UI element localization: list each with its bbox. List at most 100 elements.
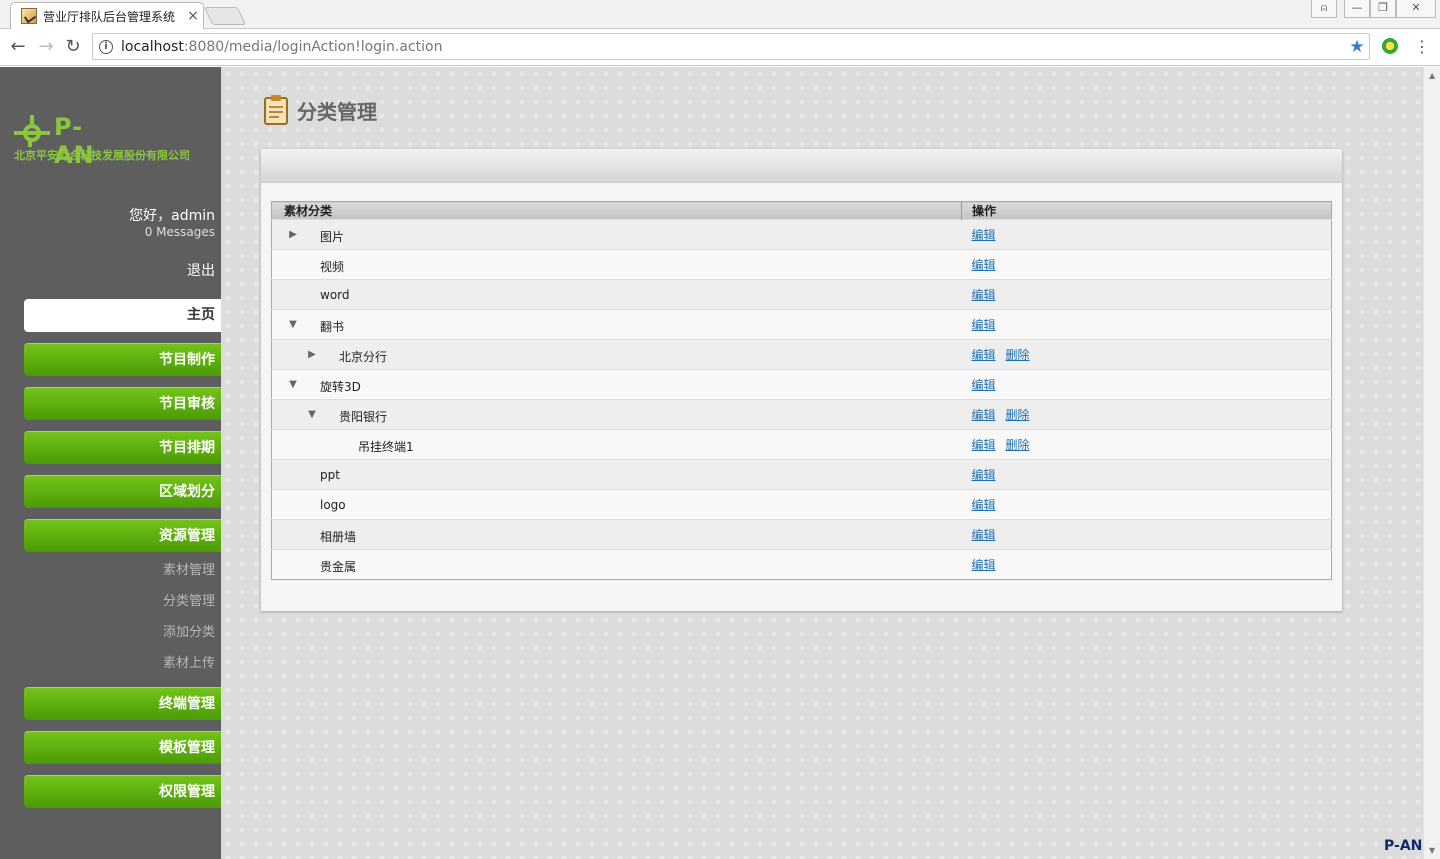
- panel-header: [261, 149, 1342, 183]
- operation-cell: 编辑: [961, 549, 1332, 580]
- page-scrollbar[interactable]: ▲ ▼: [1423, 67, 1440, 859]
- edit-link[interactable]: 编辑: [972, 498, 996, 512]
- restore-button[interactable]: ❐: [1370, 0, 1396, 18]
- nav-program-review[interactable]: 节目审核: [24, 387, 221, 420]
- nav-program-production[interactable]: 节目制作: [24, 343, 221, 376]
- company-name: 北京平安力合科技发展股份有限公司: [14, 149, 190, 162]
- browser-menu-icon[interactable]: ⋮: [1414, 37, 1430, 57]
- category-name[interactable]: ppt: [320, 468, 340, 482]
- nav-program-schedule[interactable]: 节目排期: [24, 431, 221, 464]
- extension-icon[interactable]: [1382, 38, 1398, 54]
- edit-link[interactable]: 编辑: [972, 288, 996, 302]
- edit-link[interactable]: 编辑: [972, 258, 996, 272]
- edit-link[interactable]: 编辑: [972, 438, 996, 452]
- delete-link[interactable]: 删除: [1006, 348, 1030, 362]
- reload-icon[interactable]: ↻: [63, 37, 83, 57]
- pan-logo-icon: [14, 115, 50, 147]
- edit-link[interactable]: 编辑: [972, 468, 996, 482]
- subnav-add-category[interactable]: 添加分类: [163, 621, 215, 640]
- new-tab-button[interactable]: [203, 7, 247, 25]
- operation-cell: 编辑: [961, 459, 1332, 490]
- edit-link[interactable]: 编辑: [972, 408, 996, 422]
- subnav-category-management[interactable]: 分类管理: [163, 590, 215, 609]
- operation-cell: 编辑 删除: [961, 399, 1332, 430]
- table-row: 吊挂终端1 编辑 删除: [271, 429, 1332, 460]
- category-cell: 贵金属: [271, 549, 962, 580]
- category-name[interactable]: 贵阳银行: [339, 408, 387, 425]
- url-input[interactable]: i localhost:8080/media/loginAction!login…: [92, 33, 1370, 60]
- operation-cell: 编辑: [961, 489, 1332, 520]
- category-name[interactable]: 贵金属: [320, 558, 356, 575]
- table-header-row: 素材分类 操作: [271, 201, 1332, 220]
- edit-link[interactable]: 编辑: [972, 558, 996, 572]
- expand-arrow-icon[interactable]: ▶: [306, 349, 318, 360]
- operation-cell: 编辑: [961, 279, 1332, 310]
- operation-cell: 编辑: [961, 219, 1332, 250]
- edit-link[interactable]: 编辑: [972, 378, 996, 392]
- table-row: ▼ 翻书 编辑: [271, 309, 1332, 340]
- user-greeting: 您好，admin: [129, 208, 215, 224]
- profile-icon[interactable]: ⍝: [1311, 0, 1337, 18]
- browser-tab[interactable]: 营业厅排队后台管理系统 ×: [10, 2, 204, 29]
- category-cell: ▼ 旋转3D: [271, 369, 962, 400]
- operation-cell: 编辑: [961, 309, 1332, 340]
- info-icon[interactable]: i: [99, 39, 113, 54]
- forward-arrow-icon[interactable]: →: [36, 37, 56, 57]
- category-cell: 相册墙: [271, 519, 962, 550]
- nav-permission-management[interactable]: 权限管理: [24, 775, 221, 808]
- category-name[interactable]: logo: [320, 498, 346, 512]
- table-row: 视频 编辑: [271, 249, 1332, 280]
- category-panel: 素材分类 操作 ▶ 图片 编辑 视频 编辑 word 编辑 ▼ 翻书 编辑 ▶ 北京分行 编辑 删除 ▼ 旋转…: [261, 149, 1342, 611]
- collapse-arrow-icon[interactable]: ▼: [287, 379, 299, 390]
- operation-cell: 编辑 删除: [961, 429, 1332, 460]
- table-row: ▶ 北京分行 编辑 删除: [271, 339, 1332, 370]
- collapse-arrow-icon[interactable]: ▼: [287, 319, 299, 330]
- page-header: 分类管理: [263, 95, 377, 125]
- nav-region-division[interactable]: 区域划分: [24, 475, 221, 508]
- url-host: localhost: [121, 38, 184, 55]
- nav-terminal-management[interactable]: 终端管理: [24, 687, 221, 720]
- tab-close-icon[interactable]: ×: [183, 8, 203, 24]
- logout-link[interactable]: 退出: [187, 260, 215, 280]
- category-name[interactable]: word: [320, 288, 350, 302]
- edit-link[interactable]: 编辑: [972, 348, 996, 362]
- minimize-button[interactable]: —: [1344, 0, 1370, 18]
- address-bar-row: ← → ↻ i localhost:8080/media/loginAction…: [0, 29, 1440, 66]
- url-text: localhost:8080/media/loginAction!login.a…: [121, 39, 1345, 55]
- category-name[interactable]: 图片: [320, 228, 344, 245]
- table-row: 贵金属 编辑: [271, 549, 1332, 580]
- category-name[interactable]: 吊挂终端1: [358, 438, 414, 455]
- subnav-material-upload[interactable]: 素材上传: [163, 652, 215, 671]
- nav-template-management[interactable]: 模板管理: [24, 731, 221, 764]
- category-cell: ▶ 图片: [271, 219, 962, 250]
- operation-cell: 编辑 删除: [961, 339, 1332, 370]
- category-name[interactable]: 视频: [320, 258, 344, 275]
- expand-arrow-icon[interactable]: ▶: [287, 229, 299, 240]
- favicon-icon: [21, 8, 37, 24]
- category-name[interactable]: 翻书: [320, 318, 344, 335]
- category-cell: 视频: [271, 249, 962, 280]
- category-cell: 吊挂终端1: [271, 429, 962, 460]
- edit-link[interactable]: 编辑: [972, 318, 996, 332]
- table-row: word 编辑: [271, 279, 1332, 310]
- bookmark-star-icon[interactable]: ★: [1345, 37, 1369, 57]
- edit-link[interactable]: 编辑: [972, 528, 996, 542]
- scroll-down-icon[interactable]: ▼: [1429, 846, 1435, 855]
- edit-link[interactable]: 编辑: [972, 228, 996, 242]
- delete-link[interactable]: 删除: [1006, 408, 1030, 422]
- category-name[interactable]: 旋转3D: [320, 378, 361, 395]
- table-row: ▶ 图片 编辑: [271, 219, 1332, 250]
- back-arrow-icon[interactable]: ←: [8, 37, 28, 57]
- collapse-arrow-icon[interactable]: ▼: [306, 409, 318, 420]
- delete-link[interactable]: 删除: [1006, 438, 1030, 452]
- nav-resource-management[interactable]: 资源管理: [24, 519, 221, 552]
- category-cell: ppt: [271, 459, 962, 490]
- subnav-material-management[interactable]: 素材管理: [163, 559, 215, 578]
- scroll-up-icon[interactable]: ▲: [1429, 71, 1435, 80]
- messages-count[interactable]: 0 Messages: [145, 225, 215, 239]
- nav-home[interactable]: 主页: [24, 299, 221, 332]
- category-name[interactable]: 北京分行: [339, 348, 387, 365]
- close-window-button[interactable]: ✕: [1396, 0, 1436, 18]
- table-row: ▼ 旋转3D 编辑: [271, 369, 1332, 400]
- category-name[interactable]: 相册墙: [320, 528, 356, 545]
